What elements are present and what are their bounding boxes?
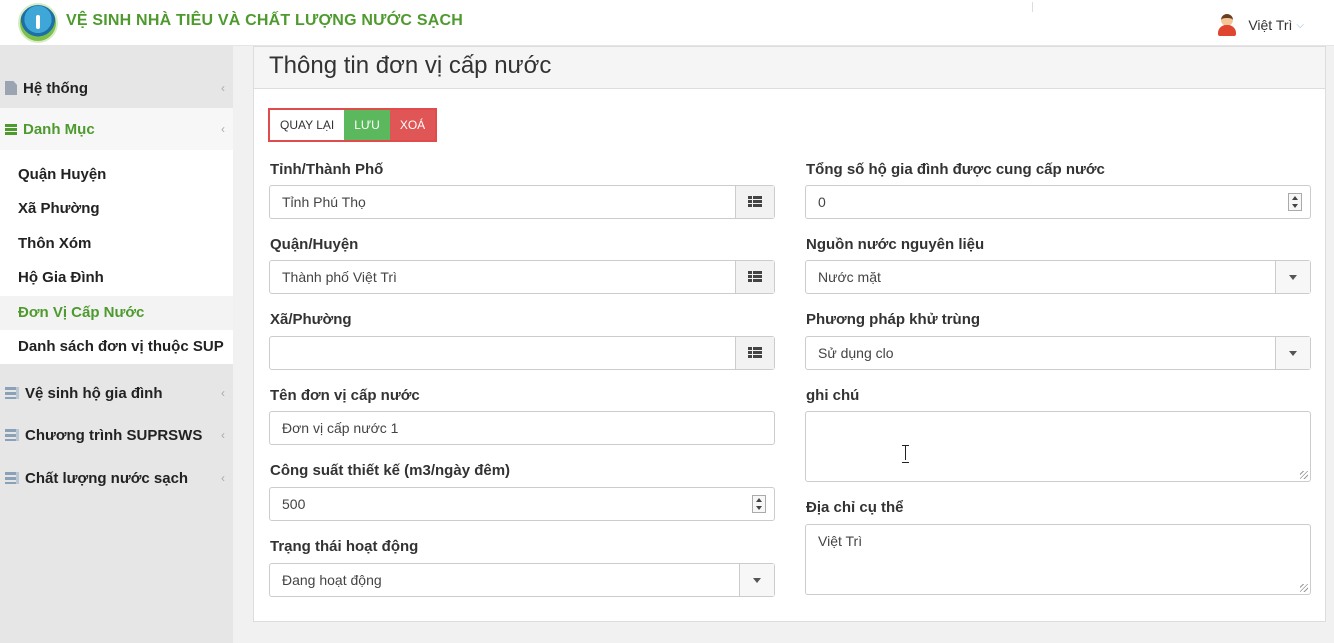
water-source-select[interactable]: Nước mặt [805,260,1311,294]
caret-down-icon [1289,350,1297,356]
sidebar-item-system[interactable]: Hệ thống ‹ [0,68,233,108]
divider [1032,2,1033,12]
address-label: Địa chỉ cụ thể [806,499,904,516]
database-icon [5,472,19,484]
sidebar-item-label: Vệ sinh hộ gia đình [25,384,163,402]
district-picker-button[interactable] [735,261,774,293]
form-panel: Thông tin đơn vị cấp nước QUAY LẠI LƯU X… [253,46,1326,622]
app-logo[interactable] [18,3,58,43]
panel-header: Thông tin đơn vị cấp nước [254,47,1325,89]
delete-button[interactable]: XOÁ [389,110,436,140]
chevron-left-icon: ‹ [221,386,225,400]
table-icon [748,196,762,208]
district-label: Quận/Huyện [270,236,359,253]
address-textarea[interactable]: Việt Trì [805,524,1311,595]
sidebar-item-water-quality[interactable]: Chất lượng nước sạch ‹ [0,457,233,499]
households-value: 0 [818,194,826,210]
action-button-group: QUAY LẠI LƯU XOÁ [268,108,438,142]
note-textarea[interactable] [805,411,1311,482]
disinfection-select[interactable]: Sử dụng clo [805,336,1311,370]
sidebar-item-household-sanitation[interactable]: Vệ sinh hộ gia đình ‹ [0,372,233,414]
resize-grip-icon[interactable] [1300,471,1308,479]
table-icon [748,271,762,283]
unit-name-value: Đơn vị cấp nước 1 [282,420,399,436]
district-field[interactable]: Thành phố Việt Trì [269,260,775,294]
chevron-down-icon: ⌵ [1296,19,1304,31]
chevron-left-icon: ‹ [221,471,225,485]
save-button[interactable]: LƯU [344,110,390,140]
list-icon [5,122,17,136]
top-bar: VỆ SINH NHÀ TIÊU VÀ CHẤT LƯỢNG NƯỚC SẠCH… [0,0,1334,46]
water-source-label: Nguồn nước nguyên liệu [806,236,985,253]
unit-name-input[interactable]: Đơn vị cấp nước 1 [269,411,775,445]
status-select[interactable]: Đang hoạt động [269,563,775,597]
spin-down-icon [1292,204,1298,208]
submenu-item-districts[interactable]: Quận Huyện [0,158,233,192]
ward-label: Xã/Phường [270,311,352,328]
caret-down-icon [753,577,761,583]
sidebar-item-categories[interactable]: Danh Mục ‹ [0,108,233,150]
sidebar-item-label: Chất lượng nước sạch [25,469,189,487]
status-dropdown-button[interactable] [739,564,774,596]
spin-up-icon [1292,196,1298,200]
submenu-item-water-units[interactable]: Đơn Vị Cấp Nước [0,296,233,330]
province-field[interactable]: Tỉnh Phú Thọ [269,185,775,219]
number-spinner[interactable] [1288,193,1302,211]
submenu-item-wards[interactable]: Xã Phường [0,192,233,226]
submenu: Quận Huyện Xã Phường Thôn Xóm Hộ Gia Đìn… [0,150,233,364]
disinfection-dropdown-button[interactable] [1275,337,1310,369]
district-value: Thành phố Việt Trì [282,269,397,285]
capacity-input[interactable]: 500 [269,487,775,521]
chevron-left-icon: ‹ [221,122,225,136]
water-source-dropdown-button[interactable] [1275,261,1310,293]
status-value: Đang hoạt động [282,572,382,588]
disinfection-value: Sử dụng clo [818,345,894,361]
chevron-left-icon: ‹ [221,81,225,95]
database-icon [5,429,19,441]
chevron-left-icon: ‹ [221,428,225,442]
sidebar-item-label: Danh Mục [23,120,95,138]
file-icon [5,81,17,95]
sidebar-item-label: Chương trình SUPRSWS [25,426,203,444]
spin-up-icon [756,498,762,502]
table-icon [748,347,762,359]
user-name: Việt Trì [1248,17,1293,33]
user-menu[interactable]: Việt Trì ⌵ [1216,14,1304,36]
text-cursor-icon [902,445,909,463]
unit-name-label: Tên đơn vị cấp nước [270,387,420,404]
province-value: Tỉnh Phú Thọ [282,194,366,210]
sidebar-item-label: Hệ thống [23,79,88,97]
note-label: ghi chú [806,387,860,404]
status-label: Trạng thái hoạt động [270,538,419,555]
province-label: Tỉnh/Thành Phố [270,161,384,178]
user-avatar-icon [1216,14,1238,36]
households-label: Tổng số hộ gia đình được cung cấp nước [806,161,1105,178]
submenu-item-sup-units[interactable]: Danh sách đơn vị thuộc SUP [0,330,233,364]
database-icon [5,387,19,399]
province-picker-button[interactable] [735,186,774,218]
app-title[interactable]: VỆ SINH NHÀ TIÊU VÀ CHẤT LƯỢNG NƯỚC SẠCH [66,12,463,30]
address-value: Việt Trì [818,533,863,549]
ward-picker-button[interactable] [735,337,774,369]
households-input[interactable]: 0 [805,185,1311,219]
submenu-item-households[interactable]: Hộ Gia Đình [0,261,233,295]
spin-down-icon [756,506,762,510]
resize-grip-icon[interactable] [1300,584,1308,592]
water-source-value: Nước mặt [818,269,881,285]
disinfection-label: Phương pháp khử trùng [806,311,981,328]
capacity-value: 500 [282,496,306,512]
page-title: Thông tin đơn vị cấp nước [269,52,552,79]
ward-field[interactable] [269,336,775,370]
submenu-item-hamlets[interactable]: Thôn Xóm [0,227,233,261]
sidebar-item-suprsws[interactable]: Chương trình SUPRSWS ‹ [0,414,233,456]
caret-down-icon [1289,274,1297,280]
number-spinner[interactable] [752,495,766,513]
back-button[interactable]: QUAY LẠI [270,110,345,140]
capacity-label: Công suất thiết kế (m3/ngày đêm) [270,462,511,479]
